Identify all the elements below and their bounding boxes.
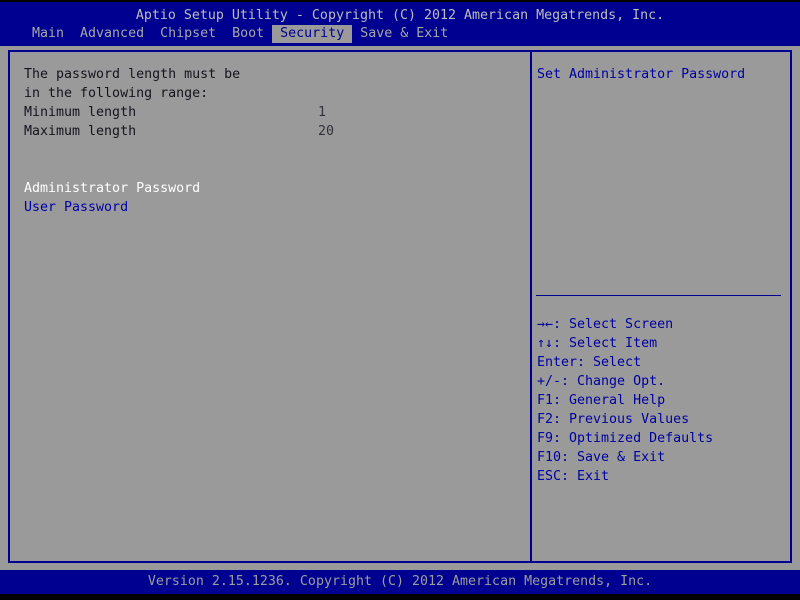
bios-setup-screen: Aptio Setup Utility - Copyright (C) 2012… <box>0 0 800 600</box>
menu-item-administrator-password[interactable]: Administrator Password <box>24 179 530 198</box>
main-box: The password length must be in the follo… <box>8 50 792 563</box>
key-hint-change-opt: +/-: Change Opt. <box>537 372 790 391</box>
help-pane: Set Administrator Password →←: Select Sc… <box>532 52 790 561</box>
tab-chipset[interactable]: Chipset <box>152 25 224 43</box>
key-hint-select-item: ↑↓: Select Item <box>537 334 790 353</box>
info-line: The password length must be <box>24 65 530 84</box>
tab-save-exit[interactable]: Save & Exit <box>352 25 456 43</box>
tab-bar: Main Advanced Chipset Boot Security Save… <box>24 25 456 43</box>
field-value: 1 <box>318 103 326 122</box>
field-row-minimum-length: Minimum length 1 <box>24 103 530 122</box>
field-label: Minimum length <box>24 103 318 122</box>
item-help-text: Set Administrator Password <box>537 65 745 84</box>
horizontal-divider <box>536 295 781 296</box>
tab-boot[interactable]: Boot <box>224 25 272 43</box>
title-bar: Aptio Setup Utility - Copyright (C) 2012… <box>0 2 800 46</box>
key-hint-f10: F10: Save & Exit <box>537 448 790 467</box>
spacer <box>24 141 530 179</box>
options-pane: The password length must be in the follo… <box>10 52 530 561</box>
page-title: Aptio Setup Utility - Copyright (C) 2012… <box>0 8 800 23</box>
version-bar: Version 2.15.1236. Copyright (C) 2012 Am… <box>0 570 800 594</box>
key-hints-legend: →←: Select Screen ↑↓: Select Item Enter:… <box>537 315 790 486</box>
field-value: 20 <box>318 122 334 141</box>
tab-security[interactable]: Security <box>272 25 352 43</box>
field-label: Maximum length <box>24 122 318 141</box>
key-hint-esc: ESC: Exit <box>537 467 790 486</box>
info-line: in the following range: <box>24 84 530 103</box>
key-hint-f2: F2: Previous Values <box>537 410 790 429</box>
key-hint-f1: F1: General Help <box>537 391 790 410</box>
menu-item-user-password[interactable]: User Password <box>24 198 530 217</box>
field-row-maximum-length: Maximum length 20 <box>24 122 530 141</box>
key-hint-select-screen: →←: Select Screen <box>537 315 790 334</box>
tab-main[interactable]: Main <box>24 25 72 43</box>
work-area: The password length must be in the follo… <box>0 46 800 570</box>
tab-advanced[interactable]: Advanced <box>72 25 152 43</box>
key-hint-f9: F9: Optimized Defaults <box>537 429 790 448</box>
key-hint-enter: Enter: Select <box>537 353 790 372</box>
